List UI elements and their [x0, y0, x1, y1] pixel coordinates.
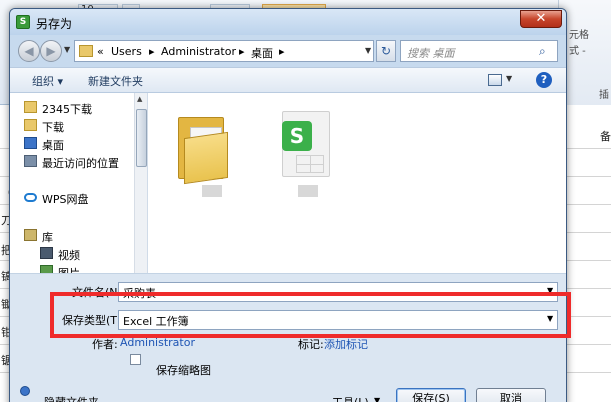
blurred-filename: [298, 185, 318, 197]
ribbon-label: 插: [599, 90, 609, 101]
cancel-button[interactable]: 取消: [476, 388, 546, 402]
column-header: 备: [600, 130, 611, 143]
view-options-icon[interactable]: [488, 74, 502, 86]
blurred-filename: [202, 185, 222, 197]
recent-pages-dropdown-icon[interactable]: ▼: [64, 45, 70, 54]
hide-folders-icon[interactable]: [20, 386, 30, 396]
save-button[interactable]: 保存(S): [396, 388, 466, 402]
folder-icon[interactable]: [178, 109, 230, 185]
video-icon: [40, 247, 53, 259]
dialog-title: 另存为: [36, 17, 73, 31]
breadcrumb-separator[interactable]: ▸: [239, 45, 245, 58]
file-list: S: [148, 93, 566, 273]
sheet-grid-icon: [296, 155, 324, 173]
highlight-box: [50, 292, 571, 338]
folder-front: [184, 131, 228, 185]
folder-icon: [24, 119, 37, 131]
ribbon-label: 式 -: [569, 46, 586, 57]
add-tags-link[interactable]: 添加标记: [324, 336, 368, 352]
scroll-up-icon[interactable]: ▲: [137, 95, 142, 103]
sidebar-item-libraries[interactable]: 库: [42, 229, 53, 245]
hide-folders-label[interactable]: 隐藏文件夹: [44, 394, 99, 402]
sidebar-item-wps-cloud[interactable]: WPS网盘: [42, 191, 89, 207]
breadcrumb-separator[interactable]: ▸: [279, 45, 285, 58]
tags-label: 标记:: [298, 338, 324, 351]
address-bar[interactable]: « Users ▸ Administrator ▸ 桌面 ▸ ▼: [74, 40, 374, 62]
tools-dropdown-icon[interactable]: ▼: [374, 396, 380, 402]
title-bar[interactable]: S 另存为 ✕: [10, 9, 566, 35]
sidebar-item-downloads[interactable]: 下载: [42, 119, 64, 135]
search-icon[interactable]: ⌕: [539, 44, 546, 59]
sidebar-item-recent-places[interactable]: 最近访问的位置: [42, 155, 119, 171]
ribbon-label: 元格: [569, 30, 589, 41]
app-icon: S: [16, 15, 30, 29]
cloud-icon: [24, 193, 37, 202]
breadcrumb-item-users[interactable]: Users: [111, 45, 142, 58]
thumbnail-label[interactable]: 保存缩略图: [156, 362, 211, 378]
breadcrumb-overflow[interactable]: «: [97, 45, 104, 58]
breadcrumb-separator[interactable]: ▸: [149, 45, 155, 58]
help-icon[interactable]: ?: [536, 72, 552, 88]
folder-icon: [79, 45, 93, 57]
save-as-dialog: S 另存为 ✕ ◀ ▶ ▼ « Users ▸ Administrator ▸ …: [9, 8, 567, 402]
author-label: 作者:: [92, 338, 118, 351]
refresh-icon[interactable]: ↻: [376, 40, 396, 62]
sidebar-item-2345-downloads[interactable]: 2345下载: [42, 101, 92, 117]
sidebar-item-desktop[interactable]: 桌面: [42, 137, 64, 153]
search-placeholder: 搜索 桌面: [407, 47, 455, 60]
search-input[interactable]: 搜索 桌面 ⌕: [400, 40, 558, 62]
breadcrumb-item-desktop[interactable]: 桌面: [251, 45, 273, 61]
back-arrow-icon[interactable]: ◀: [18, 40, 40, 62]
close-button[interactable]: ✕: [520, 10, 562, 28]
navigation-scrollbar[interactable]: ▲: [134, 93, 147, 273]
toolbar: 组织 ▾ 新建文件夹 ▼ ?: [10, 67, 566, 93]
navigation-pane: 2345下载 下载 桌面 最近访问的位置 WPS网盘 库 视频 图片: [10, 93, 148, 280]
new-folder-button[interactable]: 新建文件夹: [88, 73, 143, 89]
library-icon: [24, 229, 37, 241]
folder-icon: [24, 101, 37, 113]
wps-sheet-icon[interactable]: S: [282, 111, 332, 177]
desktop-icon: [24, 137, 37, 149]
scrollbar-thumb[interactable]: [136, 109, 147, 167]
wps-badge: S: [282, 121, 312, 151]
organize-button[interactable]: 组织 ▾: [32, 73, 63, 89]
view-dropdown-icon[interactable]: ▼: [506, 74, 512, 83]
forward-arrow-icon[interactable]: ▶: [40, 40, 62, 62]
sidebar-item-videos[interactable]: 视频: [58, 247, 80, 263]
breadcrumb-item-administrator[interactable]: Administrator: [161, 45, 236, 58]
navigation-row: ◀ ▶ ▼ « Users ▸ Administrator ▸ 桌面 ▸ ▼ ↻…: [10, 35, 566, 65]
address-dropdown-icon[interactable]: ▼: [365, 46, 371, 55]
recent-icon: [24, 155, 37, 167]
tools-button[interactable]: 工具(L): [332, 394, 369, 402]
save-thumbnail-checkbox[interactable]: [130, 354, 141, 365]
